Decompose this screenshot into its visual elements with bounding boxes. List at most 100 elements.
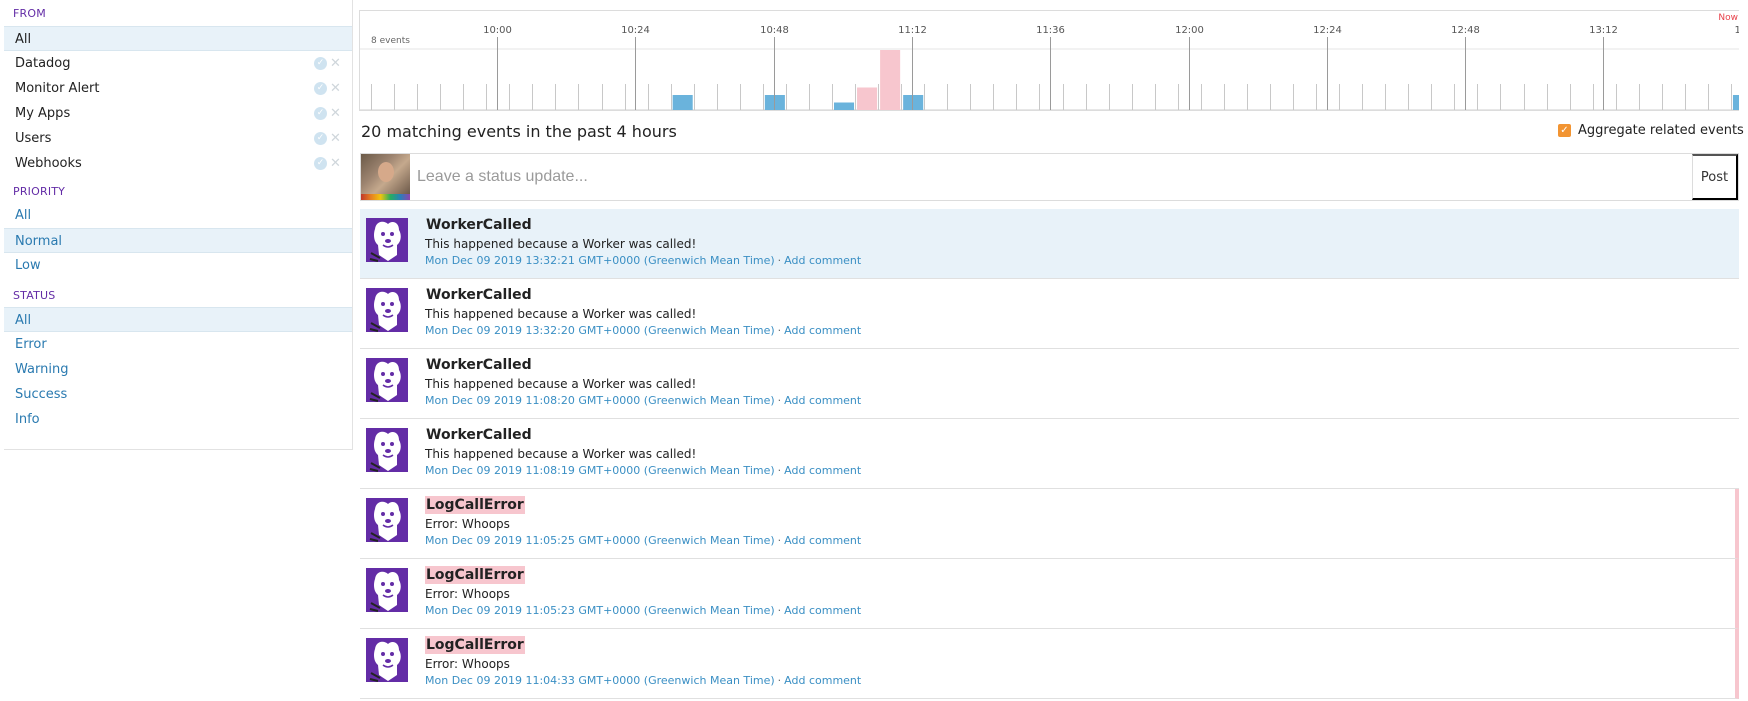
- remove-icon[interactable]: ✕: [329, 132, 342, 145]
- from-section-header: FROM: [13, 7, 46, 20]
- sidebar-item-info[interactable]: Info: [4, 407, 352, 432]
- status-filter-list: All Error Warning Success Info: [4, 307, 352, 432]
- sidebar-item-users[interactable]: Users ✓ ✕: [4, 126, 352, 151]
- event-item[interactable]: LogCallError Error: Whoops Mon Dec 09 2019…: [360, 489, 1739, 559]
- event-title[interactable]: WorkerCalled: [425, 216, 533, 234]
- add-comment-link[interactable]: Add comment: [784, 394, 861, 407]
- event-title[interactable]: LogCallError: [425, 496, 525, 514]
- datadog-logo-icon: [366, 495, 408, 545]
- sidebar-item-label: Webhooks: [15, 156, 82, 171]
- sidebar-item-warning[interactable]: Warning: [4, 357, 352, 382]
- event-item[interactable]: WorkerCalled This happened because a Work…: [360, 419, 1739, 489]
- timeline-bar-info[interactable]: [1732, 95, 1739, 110]
- separator-dot: ·: [777, 324, 782, 337]
- from-filter-list: All Datadog ✓ ✕ Monitor Alert ✓ ✕ My Apps ✓ ✕ User…: [4, 26, 352, 176]
- remove-icon[interactable]: ✕: [329, 157, 342, 170]
- event-timestamp-link[interactable]: Mon Dec 09 2019 11:08:20 GMT+0000 (Green…: [425, 394, 775, 407]
- sidebar-item-all[interactable]: All: [4, 307, 352, 332]
- timeline-time-label: 10:48: [760, 25, 789, 36]
- event-title[interactable]: LogCallError: [425, 636, 525, 654]
- sidebar-item-success[interactable]: Success: [4, 382, 352, 407]
- add-comment-link[interactable]: Add comment: [784, 324, 861, 337]
- event-timestamp-link[interactable]: Mon Dec 09 2019 11:05:25 GMT+0000 (Green…: [425, 534, 775, 547]
- add-comment-link[interactable]: Add comment: [784, 534, 861, 547]
- event-meta: Mon Dec 09 2019 11:04:33 GMT+0000 (Green…: [425, 673, 861, 689]
- sidebar-item-label: Datadog: [15, 56, 71, 71]
- event-timeline[interactable]: 10:00 10:24 10:48 11:12 11:36 12:00 12:24 12:48…: [359, 10, 1739, 111]
- status-update-input[interactable]: [410, 154, 1692, 200]
- event-description: This happened because a Worker was calle…: [425, 377, 697, 391]
- sidebar-item-all[interactable]: All: [4, 26, 352, 51]
- check-icon[interactable]: ✓: [314, 132, 327, 145]
- sidebar-item-datadog[interactable]: Datadog ✓ ✕: [4, 51, 352, 76]
- sidebar-item-low[interactable]: Low: [4, 253, 352, 278]
- timeline-chart[interactable]: 10:00 10:24 10:48 11:12 11:36 12:00 12:24 12:48…: [360, 11, 1739, 111]
- event-title[interactable]: WorkerCalled: [425, 426, 533, 444]
- check-icon[interactable]: ✓: [314, 57, 327, 70]
- timeline-bar-error[interactable]: [857, 87, 878, 111]
- sidebar-item-error[interactable]: Error: [4, 332, 352, 357]
- separator-dot: ·: [777, 604, 782, 617]
- status-section-header: STATUS: [13, 289, 56, 302]
- check-icon[interactable]: ✓: [314, 82, 327, 95]
- timeline-bar-info[interactable]: [903, 95, 924, 110]
- checkbox-checked-icon[interactable]: ✓: [1558, 124, 1571, 137]
- event-meta: Mon Dec 09 2019 11:08:20 GMT+0000 (Green…: [425, 393, 861, 409]
- event-timestamp-link[interactable]: Mon Dec 09 2019 13:32:20 GMT+0000 (Green…: [425, 324, 775, 337]
- add-comment-link[interactable]: Add comment: [784, 464, 861, 477]
- matching-events-title: 20 matching events in the past 4 hours: [361, 122, 677, 141]
- event-item[interactable]: LogCallError Error: Whoops Mon Dec 09 2019…: [360, 559, 1739, 629]
- sidebar-item-label: Warning: [15, 362, 69, 377]
- add-comment-link[interactable]: Add comment: [784, 254, 861, 267]
- source-actions: ✓ ✕: [314, 157, 342, 170]
- sidebar-item-label: All: [15, 32, 32, 47]
- event-timestamp-link[interactable]: Mon Dec 09 2019 11:04:33 GMT+0000 (Green…: [425, 674, 775, 687]
- sidebar-item-all[interactable]: All: [4, 203, 352, 228]
- sidebar-item-webhooks[interactable]: Webhooks ✓ ✕: [4, 151, 352, 176]
- datadog-logo-icon: [366, 355, 408, 405]
- source-actions: ✓ ✕: [314, 82, 342, 95]
- event-title[interactable]: WorkerCalled: [425, 356, 533, 374]
- post-button[interactable]: Post: [1692, 154, 1738, 200]
- timeline-time-label: 10:00: [483, 25, 512, 36]
- aggregate-toggle[interactable]: ✓ Aggregate related events: [1558, 123, 1744, 138]
- remove-icon[interactable]: ✕: [329, 57, 342, 70]
- event-title[interactable]: WorkerCalled: [425, 286, 533, 304]
- event-description: Error: Whoops: [425, 587, 510, 601]
- sidebar-item-label: Normal: [15, 234, 63, 249]
- event-item[interactable]: WorkerCalled This happened because a Work…: [360, 209, 1739, 279]
- add-comment-link[interactable]: Add comment: [784, 674, 861, 687]
- sidebar-item-monitor-alert[interactable]: Monitor Alert ✓ ✕: [4, 76, 352, 101]
- datadog-logo-icon: [366, 565, 408, 615]
- sidebar-item-label: My Apps: [15, 106, 71, 121]
- filter-sidebar: FROM All Datadog ✓ ✕ Monitor Alert ✓ ✕ My Apps ✓…: [4, 0, 353, 450]
- event-item[interactable]: LogCallError Error: Whoops Mon Dec 09 2019…: [360, 629, 1739, 699]
- sidebar-item-label: All: [15, 208, 32, 223]
- event-description: Error: Whoops: [425, 657, 510, 671]
- event-meta: Mon Dec 09 2019 13:32:20 GMT+0000 (Green…: [425, 323, 861, 339]
- event-timestamp-link[interactable]: Mon Dec 09 2019 11:08:19 GMT+0000 (Green…: [425, 464, 775, 477]
- priority-filter-list: All Normal Low: [4, 203, 352, 278]
- check-icon[interactable]: ✓: [314, 107, 327, 120]
- sidebar-item-label: Users: [15, 131, 52, 146]
- avatar-face: [378, 162, 394, 182]
- add-comment-link[interactable]: Add comment: [784, 604, 861, 617]
- timeline-bar-info[interactable]: [672, 95, 693, 110]
- event-timestamp-link[interactable]: Mon Dec 09 2019 13:32:21 GMT+0000 (Green…: [425, 254, 775, 267]
- event-description: This happened because a Worker was calle…: [425, 447, 697, 461]
- check-icon[interactable]: ✓: [314, 157, 327, 170]
- event-title[interactable]: LogCallError: [425, 566, 525, 584]
- sidebar-item-label: Success: [15, 387, 68, 402]
- event-timestamp-link[interactable]: Mon Dec 09 2019 11:05:23 GMT+0000 (Green…: [425, 604, 775, 617]
- remove-icon[interactable]: ✕: [329, 82, 342, 95]
- sidebar-item-my-apps[interactable]: My Apps ✓ ✕: [4, 101, 352, 126]
- timeline-bar-info[interactable]: [834, 102, 855, 111]
- timeline-bar-error[interactable]: [880, 50, 901, 110]
- sidebar-item-normal[interactable]: Normal: [4, 228, 352, 253]
- remove-icon[interactable]: ✕: [329, 107, 342, 120]
- event-description: Error: Whoops: [425, 517, 510, 531]
- timeline-time-label: 10:24: [621, 25, 650, 36]
- event-item[interactable]: WorkerCalled This happened because a Work…: [360, 349, 1739, 419]
- event-item[interactable]: WorkerCalled This happened because a Work…: [360, 279, 1739, 349]
- datadog-logo-icon: [366, 635, 408, 685]
